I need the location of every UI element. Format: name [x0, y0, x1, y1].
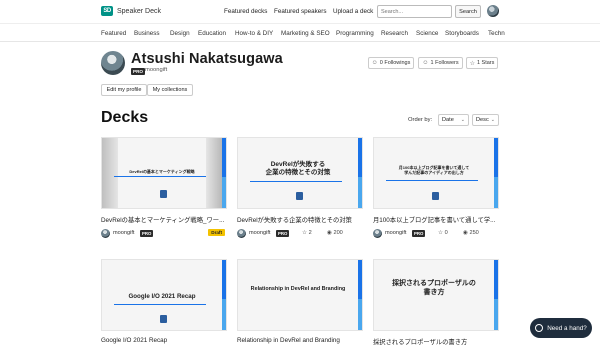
- user-avatar-menu[interactable]: [487, 5, 499, 17]
- slide-title: DevRelの基本とマーケティング戦略: [129, 169, 195, 174]
- pro-badge: PRO: [140, 230, 154, 237]
- logo-text: Speaker Deck: [117, 7, 161, 15]
- slide-logo-icon: [296, 192, 303, 200]
- category-business[interactable]: Business: [134, 30, 160, 37]
- category-featured[interactable]: Featured: [101, 30, 126, 37]
- deck-title[interactable]: Google I/O 2021 Recap: [101, 337, 227, 344]
- deck-title[interactable]: DevRelの基本とマーケティング戦略_ワー...: [101, 215, 227, 224]
- direction-select[interactable]: Desc ⌄: [472, 114, 499, 126]
- featured-decks-link[interactable]: Featured decks: [224, 8, 267, 15]
- author-name[interactable]: moongift: [385, 230, 406, 236]
- upload-deck-link[interactable]: Upload a deck: [333, 8, 373, 15]
- order-by-select[interactable]: Date ⌄: [438, 114, 469, 126]
- followers-label: 1 Followers: [430, 60, 459, 66]
- slide-logo-icon: [160, 315, 167, 323]
- profile-name: Atsushi Nakatsugawa: [131, 51, 283, 67]
- stars-button[interactable]: ☆ 1 Stars: [466, 57, 498, 69]
- deck-thumbnail[interactable]: DevRelが失敗する 企業の特徴とその対策: [237, 137, 363, 209]
- eye-icon: ◉: [463, 230, 468, 236]
- chat-bubble-icon: [535, 324, 544, 332]
- category-design[interactable]: Design: [170, 30, 190, 37]
- need-a-hand-button[interactable]: Need a hand?: [530, 318, 592, 338]
- slide-title: Relationship in DevRel and Branding: [250, 286, 346, 292]
- deck-meta: moongift PRO ☆ 0 ◉ 250: [373, 229, 499, 239]
- profile-avatar: [101, 51, 125, 75]
- deck-thumbnail[interactable]: 月100本以上ブログ記事を書いて通して 学んだ記事のアイディアの出し方: [373, 137, 499, 209]
- star-icon: ☆: [302, 230, 308, 236]
- deck-title[interactable]: 採択されるプロポーザルの書き方: [373, 337, 499, 346]
- speakerdeck-logo[interactable]: SD Speaker Deck: [101, 6, 161, 16]
- search-button[interactable]: Search: [455, 5, 481, 18]
- deck-thumbnail[interactable]: 採択されるプロポーザルの 書き方: [373, 259, 499, 331]
- order-by-label: Order by:: [408, 117, 433, 123]
- person-icon: ☺: [371, 60, 378, 66]
- decks-heading: Decks: [101, 109, 149, 126]
- author-avatar[interactable]: [237, 229, 246, 238]
- followings-label: 0 Followings: [379, 60, 411, 66]
- star-icon: ☆: [438, 230, 444, 236]
- author-avatar[interactable]: [101, 229, 110, 238]
- category-how-to-diy[interactable]: How-to & DIY: [235, 30, 273, 37]
- deck-title[interactable]: Relationship in DevRel and Branding: [237, 337, 363, 344]
- star-count: ☆ 2: [302, 230, 312, 236]
- star-icon: ☆: [469, 60, 475, 67]
- view-count: ◉ 250: [463, 230, 479, 236]
- slide-title: Google I/O 2021 Recap: [128, 293, 196, 300]
- slide-logo-icon: [160, 190, 167, 198]
- category-education[interactable]: Education: [198, 30, 226, 37]
- slide-title: 採択されるプロポーザルの 書き方: [392, 280, 476, 296]
- deck-meta: moongift PRO Draft: [101, 229, 227, 239]
- pro-badge: PRO: [412, 230, 426, 237]
- view-count: ◉ 200: [327, 230, 343, 236]
- stars-label: 1 Stars: [476, 60, 495, 66]
- chevron-down-icon: ⌄: [490, 117, 495, 123]
- search-input[interactable]: [377, 5, 452, 18]
- followers-button[interactable]: ☺ 1 Followers: [418, 57, 463, 69]
- my-collections-button[interactable]: My collections: [147, 84, 193, 96]
- deck-title[interactable]: 月100本以上ブログ記事を書いて通して学...: [373, 215, 499, 224]
- deck-thumbnail[interactable]: Relationship in DevRel and Branding: [237, 259, 363, 331]
- eye-icon: ◉: [327, 230, 332, 236]
- pro-badge: PRO: [131, 68, 145, 75]
- category-programming[interactable]: Programming: [336, 30, 374, 37]
- deck-thumbnail[interactable]: DevRelの基本とマーケティング戦略: [101, 137, 227, 209]
- direction-value: Desc: [476, 117, 489, 123]
- category-research[interactable]: Research: [381, 30, 408, 37]
- deck-title[interactable]: DevRelが失敗する企業の特徴とその対策: [237, 215, 363, 224]
- featured-speakers-link[interactable]: Featured speakers: [274, 8, 327, 15]
- deck-thumbnail[interactable]: Google I/O 2021 Recap: [101, 259, 227, 331]
- category-storyboards[interactable]: Storyboards: [445, 30, 479, 37]
- person-icon: ☺: [422, 60, 429, 66]
- chevron-down-icon: ⌄: [460, 117, 465, 123]
- edit-profile-button[interactable]: Edit my profile: [101, 84, 147, 96]
- category-science[interactable]: Science: [416, 30, 438, 37]
- deck-meta: moongift PRO ☆ 2 ◉ 200: [237, 229, 363, 239]
- category-marketing-seo[interactable]: Marketing & SEO: [281, 30, 330, 37]
- slide-title: 月100本以上ブログ記事を書いて通して 学んだ記事のアイディアの出し方: [398, 165, 470, 175]
- slide-logo-icon: [432, 192, 439, 200]
- star-count-value: 2: [308, 230, 312, 236]
- order-by-value: Date: [442, 117, 454, 123]
- view-count-value: 200: [333, 230, 343, 236]
- top-navigation-bar: SD Speaker Deck Featured decks Featured …: [0, 0, 600, 23]
- draft-badge: Draft: [208, 229, 225, 236]
- author-avatar[interactable]: [373, 229, 382, 238]
- slide-title: DevRelが失敗する 企業の特徴とその対策: [265, 161, 331, 177]
- category-technology[interactable]: Techn: [488, 30, 505, 37]
- category-navigation: Featured Business Design Education How-t…: [0, 23, 600, 42]
- author-name[interactable]: moongift: [249, 230, 270, 236]
- logo-mark-icon: SD: [101, 6, 113, 16]
- star-count-value: 0: [444, 230, 448, 236]
- followings-button[interactable]: ☺ 0 Followings: [368, 57, 414, 69]
- author-name[interactable]: moongift: [113, 230, 134, 236]
- star-count: ☆ 0: [438, 230, 448, 236]
- pro-badge: PRO: [276, 230, 290, 237]
- need-a-hand-label: Need a hand?: [547, 324, 587, 332]
- view-count-value: 250: [469, 230, 479, 236]
- profile-username: moongift: [145, 67, 168, 73]
